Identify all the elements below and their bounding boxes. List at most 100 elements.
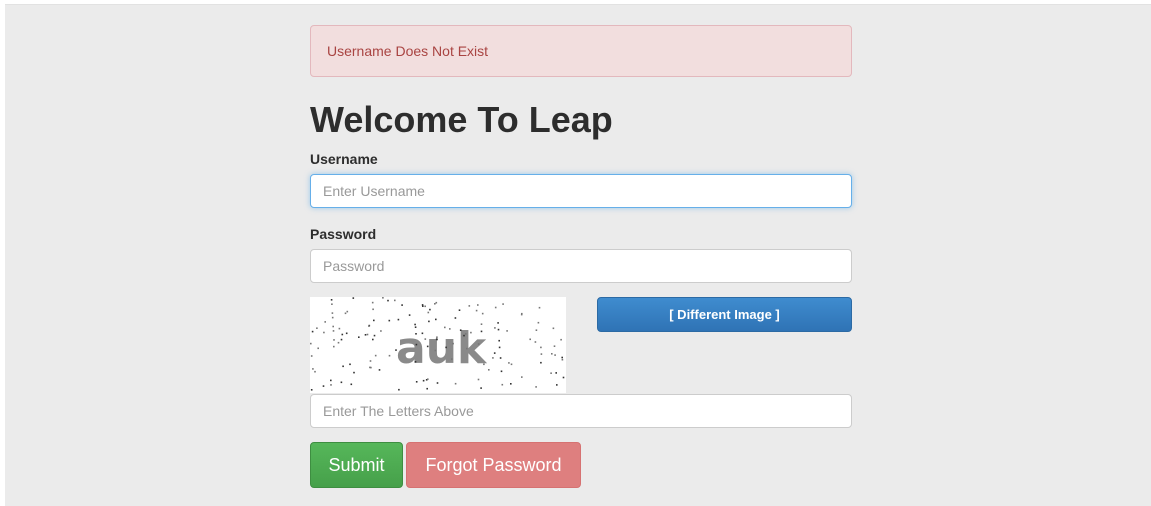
captcha-noise-dot <box>378 369 381 371</box>
captcha-noise-dot <box>454 317 457 319</box>
captcha-noise-dot <box>561 356 563 359</box>
different-image-button[interactable]: [ Different Image ] <box>597 297 852 332</box>
captcha-noise-dot <box>463 334 465 337</box>
captcha-noise-dot <box>415 343 418 346</box>
captcha-noise-dot <box>332 330 335 332</box>
captcha-noise-dot <box>556 384 558 386</box>
captcha-noise-dot <box>435 301 438 304</box>
captcha-noise-dot <box>332 325 334 328</box>
captcha-input[interactable] <box>310 394 852 428</box>
captcha-noise-dot <box>414 323 416 326</box>
captcha-noise-dot <box>373 334 376 337</box>
captcha-noise-dot <box>538 306 541 309</box>
captcha-noise-dot <box>534 341 537 343</box>
submit-button[interactable]: Submit <box>310 442 403 488</box>
error-alert-message: Username Does Not Exist <box>327 43 489 59</box>
captcha-noise-dot <box>352 297 355 299</box>
captcha-noise-dot <box>427 378 429 380</box>
captcha-noise-dot <box>445 346 447 349</box>
captcha-noise-dot <box>481 312 484 315</box>
captcha-noise-dot <box>506 330 508 332</box>
captcha-noise-dot <box>521 376 523 378</box>
captcha-noise-dot <box>498 339 500 342</box>
captcha-noise-dot <box>311 330 314 333</box>
captcha-noise-dot <box>323 331 325 334</box>
captcha-noise-dot <box>554 354 556 356</box>
captcha-noise-dot <box>454 382 457 385</box>
captcha-noise-dot <box>436 336 438 338</box>
captcha-noise-dot <box>322 385 325 387</box>
captcha-noise-dot <box>372 308 374 311</box>
password-label: Password <box>310 226 377 242</box>
captcha-noise-dot <box>426 387 428 390</box>
captcha-noise-dot <box>349 363 351 366</box>
captcha-noise-dot <box>337 341 340 344</box>
captcha-noise-dot <box>552 327 555 330</box>
forgot-password-button[interactable]: Forgot Password <box>406 442 581 488</box>
captcha-noise-dot <box>451 358 453 360</box>
captcha-noise-dot <box>500 370 503 373</box>
captcha-noise-dot <box>387 299 389 302</box>
captcha-noise-dot <box>333 339 335 341</box>
captcha-image: auk <box>310 297 566 393</box>
captcha-noise-dot <box>475 309 478 312</box>
captcha-noise-dot <box>369 366 371 369</box>
captcha-noise-dot <box>537 321 540 324</box>
captcha-noise-dot <box>551 353 553 355</box>
captcha-noise-dot <box>436 338 438 341</box>
username-label: Username <box>310 151 378 167</box>
error-alert: Username Does Not Exist <box>310 25 852 77</box>
captcha-noise-dot <box>421 332 424 335</box>
captcha-noise-dot <box>421 304 424 306</box>
captcha-noise-dot <box>330 299 333 301</box>
captcha-noise-dot <box>397 318 400 321</box>
captcha-text: auk <box>396 323 488 374</box>
captcha-noise-dot <box>388 319 391 322</box>
captcha-noise-dot <box>331 312 334 314</box>
captcha-noise-dot <box>314 370 316 373</box>
captcha-noise-dot <box>331 316 334 319</box>
captcha-noise-dot <box>466 347 468 350</box>
captcha-noise-dot <box>529 338 531 341</box>
captcha-noise-dot <box>358 336 360 338</box>
captcha-noise-dot <box>341 333 344 336</box>
captcha-noise-dot <box>449 328 451 330</box>
captcha-noise-dot <box>340 338 343 341</box>
captcha-noise-dot <box>501 383 504 386</box>
captcha-noise-dot <box>562 376 565 379</box>
captcha-noise-dot <box>497 322 499 324</box>
captcha-noise-dot <box>434 303 436 305</box>
captcha-noise-dot <box>424 338 427 340</box>
captcha-noise-dot <box>368 325 370 327</box>
captcha-noise-dot <box>310 389 313 391</box>
captcha-noise-dot <box>398 388 400 391</box>
captcha-noise-dot <box>427 311 430 314</box>
password-input[interactable] <box>310 249 852 283</box>
captcha-noise-dot <box>310 342 312 345</box>
captcha-noise-dot <box>353 371 355 374</box>
captcha-noise-dot <box>452 342 454 345</box>
captcha-noise-dot <box>502 303 504 305</box>
captcha-noise-dot <box>550 372 552 374</box>
captcha-noise-dot <box>364 334 367 336</box>
captcha-noise-dot <box>492 357 494 359</box>
captcha-noise-dot <box>436 382 439 384</box>
captcha-noise-dot <box>540 353 543 355</box>
captcha-noise-dot <box>373 319 375 322</box>
captcha-noise-dot <box>395 349 397 351</box>
captcha-noise-dot <box>535 386 537 388</box>
username-input[interactable] <box>310 174 852 208</box>
captcha-noise-dot <box>342 365 344 368</box>
captcha-noise-dot <box>494 327 496 329</box>
captcha-noise-dot <box>555 372 557 374</box>
captcha-noise-dot <box>394 299 396 302</box>
captcha-noise-dot <box>477 343 480 345</box>
captcha-noise-dot <box>414 326 417 328</box>
captcha-noise-dot <box>540 346 542 349</box>
captcha-noise-dot <box>429 308 431 311</box>
captcha-noise-dot <box>330 379 332 382</box>
captcha-noise-dot <box>459 329 462 331</box>
captcha-noise-dot <box>422 379 425 382</box>
captcha-noise-dot <box>338 327 341 330</box>
captcha-noise-dot <box>480 330 483 333</box>
